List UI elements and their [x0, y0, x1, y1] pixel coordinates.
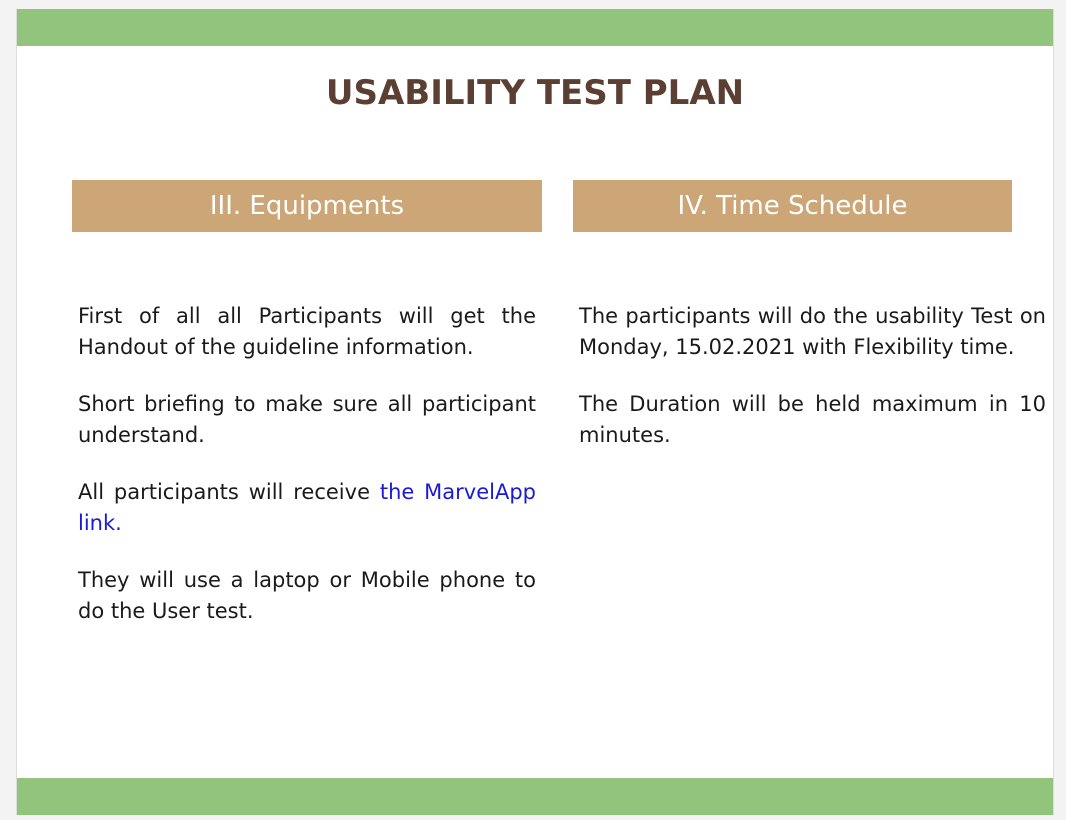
- schedule-paragraph-1: The participants will do the usability T…: [579, 304, 1046, 359]
- time-schedule-header-label: IV. Time Schedule: [677, 191, 908, 221]
- equipments-paragraph-3: All participants will receive the Marvel…: [78, 477, 536, 539]
- equipments-header: III. Equipments: [72, 180, 542, 232]
- equipments-paragraph-3-text: All participants will receive: [78, 480, 380, 504]
- equipments-paragraph-4: They will use a laptop or Mobile phone t…: [78, 568, 536, 623]
- slide-title: USABILITY TEST PLAN: [325, 73, 745, 113]
- schedule-paragraph-2: The Duration will be held maximum in 10 …: [579, 392, 1046, 447]
- equipments-paragraph-1: First of all all Participants will get t…: [78, 304, 536, 359]
- equipments-column: First of all all Participants will get t…: [78, 301, 536, 653]
- equipments-paragraph-2: Short briefing to make sure all particip…: [78, 392, 536, 447]
- top-accent-bar: [17, 9, 1053, 46]
- equipments-header-label: III. Equipments: [209, 191, 405, 221]
- bottom-accent-bar: [17, 778, 1053, 815]
- time-schedule-column: The participants will do the usability T…: [579, 301, 1046, 477]
- slide: USABILITY TEST PLAN III. Equipments IV. …: [16, 9, 1054, 815]
- time-schedule-header: IV. Time Schedule: [573, 180, 1012, 232]
